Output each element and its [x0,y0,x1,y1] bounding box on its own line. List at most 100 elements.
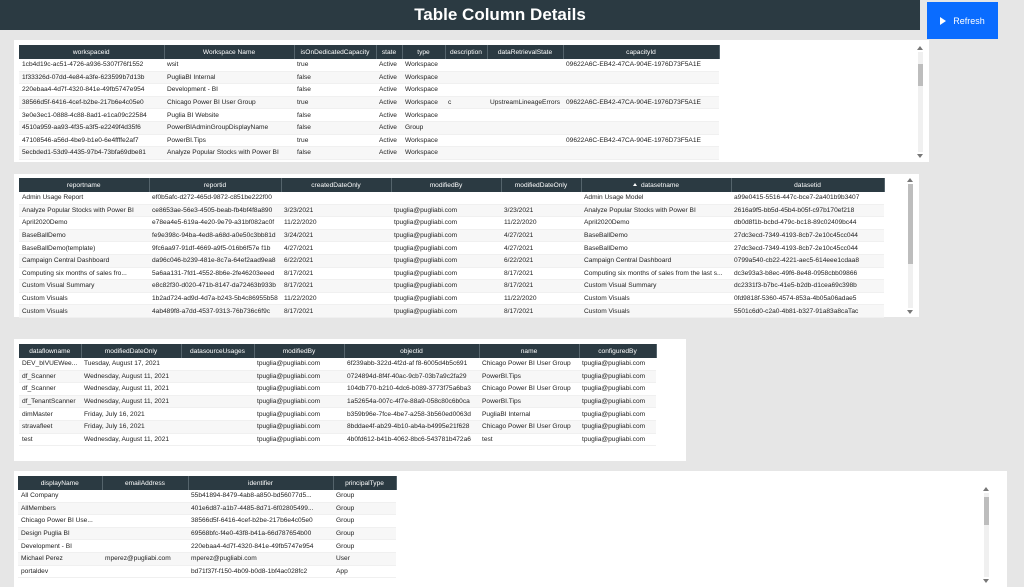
table-cell: tpuglia@pugliabi.com [579,407,656,421]
table-row[interactable]: BaseBallDemo(template) 9fc6aa97-91df-4669… [19,241,884,255]
principals-col-header[interactable]: principalType [333,476,397,490]
table-row[interactable]: Custom Visual Summary e8c82f30-d020-471b-… [19,279,884,293]
table-row[interactable]: test Wednesday, August 11, 2021 tpuglia@pu… [19,433,656,447]
table-row[interactable]: df_Scanner Wednesday, August 11, 2021 tpug… [19,382,656,396]
workspaces-col-header[interactable]: type [402,45,446,59]
table-cell [487,134,563,148]
dataflows-col-header[interactable]: configuredBy [579,344,657,358]
table-cell: Group [402,121,445,135]
dataflows-col-header[interactable]: name [479,344,580,358]
table-row[interactable]: Computing six months of sales fro... 5a6a… [19,267,884,281]
table-row[interactable]: 38566d5f-6416-4cef-b2be-217b6e4c05e0 Chic… [19,96,719,110]
column-label: modifiedBy [429,181,463,189]
table-cell [563,146,719,160]
table-row[interactable]: All Company 55b41894-8479-4ab8-a850-bd560… [18,490,396,503]
table-row[interactable]: df_Scanner Wednesday, August 11, 2021 tpug… [19,370,656,384]
dataflows-col-header[interactable]: objectid [344,344,480,358]
table-row[interactable]: df_TenantScanner Wednesday, August 11, 20… [19,395,656,409]
column-label: modifiedBy [282,347,316,355]
table-row[interactable]: AllMembers 401e6d87-a1b7-4485-8d71-6f0280… [18,502,396,516]
table-cell: Michael Perez [18,552,102,566]
table-cell: tpuglia@pugliabi.com [579,420,656,434]
table-cell: PowerBI.Tips [164,134,294,148]
table-cell: false [294,146,376,160]
table-row[interactable]: 5ecbded1-53d9-4435-97b4-73bfa69dbe81 Anal… [19,146,719,160]
table-row[interactable]: Design Puglia BI 69568bfc-f4e0-43f8-b41a-… [18,527,396,541]
table-row[interactable]: 1f33326d-07dd-4e84-a3fe-623599b7d13b Pugl… [19,71,719,85]
table-cell [181,382,254,396]
reports-col-header[interactable]: createdDateOnly [281,178,392,192]
workspaces-col-header[interactable]: dataRetrievalState [487,45,564,59]
table-cell: Custom Visuals [19,292,149,306]
principals-col-header[interactable]: displayName [18,476,103,490]
table-row[interactable]: 1cb4d19c-ac51-4726-a936-5307f76f1552 wsit… [19,59,719,72]
reports-col-header[interactable]: reportid [149,178,282,192]
table-cell: 8/17/2021 [501,304,581,318]
table-row[interactable]: 47108546-a56d-4be9-b1e0-6e4ffffe2af7 Powe… [19,134,719,148]
workspaces-col-header[interactable]: workspaceid [19,45,165,59]
dataflows-col-header[interactable]: modifiedDateOnly [81,344,182,358]
table-cell: 69568bfc-f4e0-43f8-b41a-66d787654b00 [188,527,333,541]
reports-col-header[interactable]: datasetname [581,178,732,192]
table-cell: db0d8f1b-bcbd-479c-bc18-89c02409bc44 [731,216,884,230]
table-row[interactable]: 4510a959-aa93-4f35-a3f5-e2249f4d35f6 Powe… [19,121,719,135]
table-cell: 11/22/2020 [501,292,581,306]
table-row[interactable]: portaldev bd71f37f-f150-4b09-b0d8-1bf4ac0… [18,565,396,579]
column-label: type [417,48,430,56]
table-row[interactable]: stravafleet Friday, July 16, 2021 tpuglia@… [19,420,656,434]
table-row[interactable]: DEV_bIVUEWee... Tuesday, August 17, 2021 t… [19,358,656,371]
principals-scrollbar[interactable] [983,487,989,583]
table-row[interactable]: Chicago Power BI Use... 38566d5f-6416-4ce… [18,514,396,528]
table-row[interactable]: Admin Usage Report ef0b5afc-d272-465d-987… [19,192,884,205]
table-cell: fe9e398c-94ba-4ed8-a68d-a0e50c3bb81d [149,229,281,243]
reports-col-header[interactable]: modifiedDateOnly [501,178,582,192]
refresh-button[interactable]: Refresh [927,2,998,39]
refresh-label: Refresh [953,15,985,26]
table-cell: c [445,96,487,110]
table-row[interactable]: Custom Visuals 1b2ad724-ad9d-4d7a-b243-5b… [19,292,884,306]
column-label: datasourceUsages [190,347,245,355]
table-cell: UpstreamLineageErrors [487,96,563,110]
column-label: state [381,48,397,56]
reports-col-header[interactable]: modifiedBy [391,178,502,192]
table-row[interactable]: BaseBallDemo fe9e398c-94ba-4ed8-a68d-a0e5… [19,229,884,243]
table-cell: false [294,121,376,135]
table-row[interactable]: Custom Visuals 4ab489f8-a7dd-4537-9313-76… [19,304,884,318]
workspaces-col-header[interactable]: Workspace Name [164,45,295,59]
table-cell: Design Puglia BI [18,527,102,541]
table-row[interactable]: dimMaster Friday, July 16, 2021 tpuglia@pu… [19,407,656,421]
principals-col-header[interactable]: identifier [188,476,334,490]
table-cell: 6f239abb-322d-4f2d-af f8-6005d4b5c691 [344,358,479,371]
table-row[interactable]: Development - BI 220ebaa4-4d7f-4320-841e-… [18,539,396,553]
column-label: capacityId [626,48,656,56]
dataflows-col-header[interactable]: datasourceUsages [181,344,255,358]
table-row[interactable]: 220ebaa4-4d7f-4320-841e-49fb5747e954 Deve… [19,83,719,97]
workspaces-col-header[interactable]: state [376,45,403,59]
dataflows-col-header[interactable]: modifiedBy [254,344,345,358]
table-row[interactable]: 3e0e3ec1-0888-4c88-8ad1-e1ca09c22584 Pugl… [19,108,719,122]
table-cell [445,146,487,160]
table-cell: Workspace [402,83,445,97]
table-row[interactable]: Analyze Popular Stocks with Power BI ce86… [19,204,884,218]
column-label: principalType [345,479,384,487]
workspaces-col-header[interactable]: description [445,45,488,59]
table-cell: 3/23/2021 [501,204,581,218]
table-cell: false [294,108,376,122]
workspaces-scrollbar[interactable] [917,46,923,158]
principals-col-header[interactable]: emailAddress [102,476,189,490]
column-label: modifiedDateOnly [104,347,158,355]
column-label: name [520,347,538,355]
table-row[interactable]: Campaign Central Dashboard da96c046-b239-… [19,254,884,268]
table-cell [487,108,563,122]
column-label: objectid [400,347,423,355]
reports-scrollbar[interactable] [907,178,913,314]
reports-col-header[interactable]: reportname [19,178,150,192]
table-row[interactable]: April2020Demo e78ea4e5-619a-4e20-9e79-a31… [19,216,884,230]
table-cell: Workspace [402,146,445,160]
table-cell: tpuglia@pugliabi.com [254,358,344,371]
workspaces-col-header[interactable]: capacityId [563,45,720,59]
reports-col-header[interactable]: datasetid [731,178,885,192]
dataflows-col-header[interactable]: dataflowname [19,344,82,358]
table-row[interactable]: Michael Perez mperez@pugliabi.com mperez@p… [18,552,396,566]
workspaces-col-header[interactable]: isOnDedicatedCapacity [294,45,377,59]
